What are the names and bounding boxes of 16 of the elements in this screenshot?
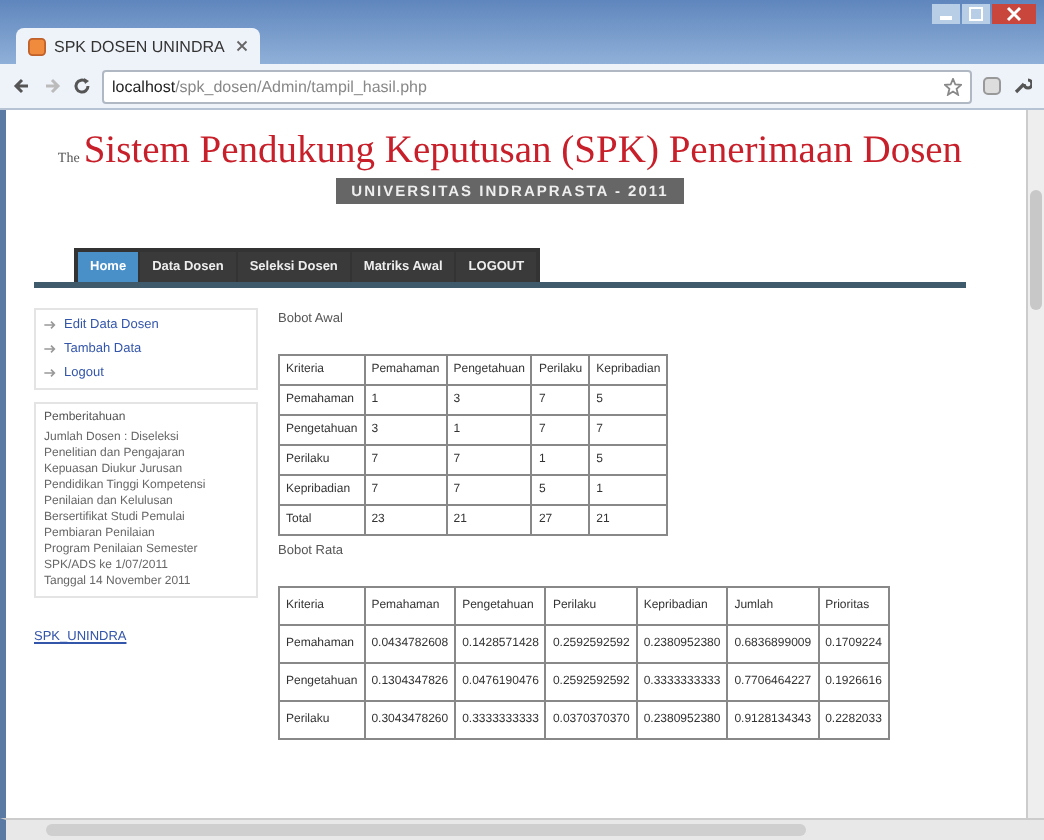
address-bar[interactable]: localhost/spk_dosen/Admin/tampil_hasil.php [102,69,972,103]
close-icon[interactable] [236,40,248,52]
browser-tab[interactable]: SPK DOSEN UNINDRA [16,28,260,64]
arrow-icon [44,320,58,330]
horizontal-scrollbar[interactable] [0,818,1044,840]
back-icon[interactable] [12,76,32,96]
page-icon [28,37,46,55]
site-title: Sistem Pendukung Keputusan (SPK) Penerimaan Dosen [83,130,963,174]
wrench-icon[interactable] [1012,76,1032,96]
close-icon[interactable] [992,4,1036,24]
reload-icon[interactable] [72,76,92,96]
page-menu-icon[interactable] [982,76,1002,96]
vertical-scrollbar[interactable] [1026,110,1044,818]
arrow-icon [44,368,58,378]
arrow-icon [44,344,58,354]
star-icon[interactable] [944,77,962,95]
